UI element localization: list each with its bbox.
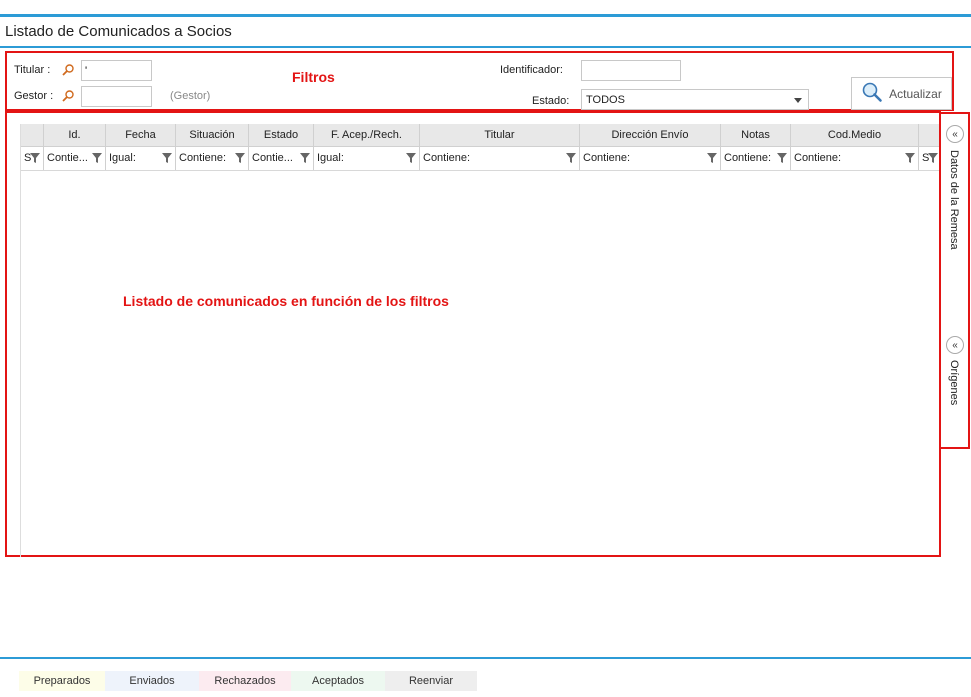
filter-cell-notas[interactable]: Contiene: <box>721 147 791 170</box>
filter-icon[interactable] <box>406 153 416 163</box>
origenes-tab[interactable]: Orígenes <box>948 360 960 405</box>
filter-icon[interactable] <box>777 153 787 163</box>
estado-label: Estado: <box>532 95 570 107</box>
filter-cell-estado[interactable]: Contie... <box>249 147 314 170</box>
column-header-direccion-envio[interactable]: Dirección Envío <box>580 124 721 146</box>
chevron-down-icon <box>794 98 802 103</box>
filter-cell-select[interactable]: S <box>21 147 44 170</box>
filters-annotation-label: Filtros <box>292 69 335 85</box>
filter-text: Contiene: <box>179 152 227 164</box>
filter-icon[interactable] <box>707 153 717 163</box>
gestor-label: Gestor : <box>14 90 54 102</box>
titular-input[interactable] <box>81 60 152 81</box>
filter-icon[interactable] <box>905 153 915 163</box>
filter-cell-fecha[interactable]: Igual: <box>106 147 176 170</box>
column-header-f-acep-rech[interactable]: F. Acep./Rech. <box>314 124 420 146</box>
datos-remesa-expand-button[interactable]: « <box>946 125 964 143</box>
refresh-button-label: Actualizar <box>889 86 942 101</box>
column-header-titular[interactable]: Titular <box>420 124 580 146</box>
filter-icon[interactable] <box>235 153 245 163</box>
filter-icon[interactable] <box>92 153 102 163</box>
legend-rechazados: Rechazados <box>199 671 291 691</box>
identificador-input[interactable] <box>581 60 681 81</box>
column-header-fecha[interactable]: Fecha <box>106 124 176 146</box>
filter-text: Contiene: <box>794 152 842 164</box>
identificador-label: Identificador: <box>500 64 563 76</box>
filter-text: Contie... <box>252 152 293 164</box>
legend-preparados: Preparados <box>19 671 105 691</box>
legend-aceptados: Aceptados <box>291 671 385 691</box>
column-header-situacion[interactable]: Situación <box>176 124 249 146</box>
gestor-search-icon[interactable] <box>61 89 75 103</box>
titular-label: Titular : <box>14 64 51 76</box>
refresh-button[interactable]: Actualizar <box>851 77 952 110</box>
column-header-notas[interactable]: Notas <box>721 124 791 146</box>
filter-cell-f-acep-rech[interactable]: Igual: <box>314 147 420 170</box>
title-divider <box>0 46 971 48</box>
origenes-expand-button[interactable]: « <box>946 336 964 354</box>
filter-cell-titular[interactable]: Contiene: <box>420 147 580 170</box>
gestor-hint: (Gestor) <box>170 90 211 102</box>
grid-filter-row: S Contie... Igual: Contiene: Contie... I… <box>21 147 939 171</box>
bottom-divider <box>0 657 971 659</box>
filter-cell-id[interactable]: Contie... <box>44 147 106 170</box>
communications-grid[interactable]: Id. Fecha Situación Estado F. Acep./Rech… <box>20 124 939 557</box>
column-header-id[interactable]: Id. <box>44 124 106 146</box>
legend-reenviar: Reenviar <box>385 671 477 691</box>
magnifier-icon <box>861 81 883 106</box>
filter-cell-situacion[interactable]: Contiene: <box>176 147 249 170</box>
filter-text: Contiene: <box>583 152 631 164</box>
gestor-input[interactable] <box>81 86 152 107</box>
filter-icon[interactable] <box>30 153 40 163</box>
filter-icon[interactable] <box>566 153 576 163</box>
filter-text: Contiene: <box>423 152 471 164</box>
column-header-estado[interactable]: Estado <box>249 124 314 146</box>
legend-enviados: Enviados <box>105 671 199 691</box>
filter-cell-extra[interactable]: S <box>919 147 939 170</box>
filter-text: Igual: <box>317 152 344 164</box>
filter-text: Contie... <box>47 152 88 164</box>
titular-search-icon[interactable] <box>61 63 75 77</box>
page-title: Listado de Comunicados a Socios <box>5 23 232 40</box>
column-header-select[interactable] <box>21 124 44 146</box>
grid-header-row: Id. Fecha Situación Estado F. Acep./Rech… <box>21 124 939 147</box>
top-accent-bar <box>0 14 971 17</box>
filter-text: Contiene: <box>724 152 772 164</box>
filter-icon[interactable] <box>928 153 938 163</box>
column-header-extra[interactable] <box>919 124 939 146</box>
filter-cell-cod-medio[interactable]: Contiene: <box>791 147 919 170</box>
filter-icon[interactable] <box>300 153 310 163</box>
column-header-cod-medio[interactable]: Cod.Medio <box>791 124 919 146</box>
estado-select[interactable]: TODOS <box>581 89 809 110</box>
filter-icon[interactable] <box>162 153 172 163</box>
filter-cell-direccion-envio[interactable]: Contiene: <box>580 147 721 170</box>
datos-remesa-tab[interactable]: Datos de la Remesa <box>948 150 960 250</box>
estado-select-value: TODOS <box>586 94 625 106</box>
filter-text: Igual: <box>109 152 136 164</box>
